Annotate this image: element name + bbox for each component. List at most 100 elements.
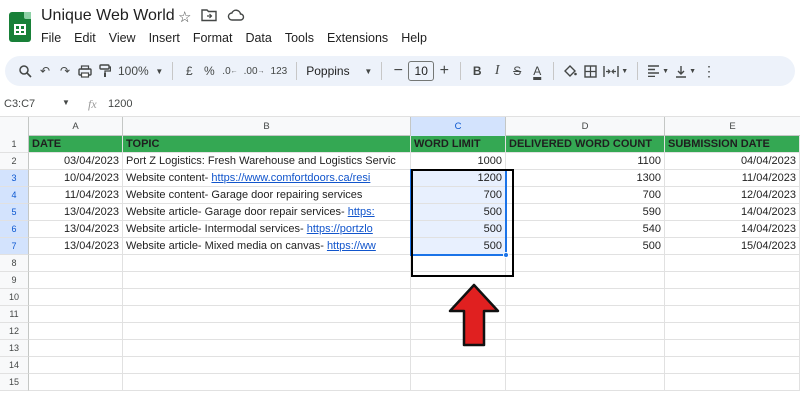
move-to-folder-icon[interactable] xyxy=(201,8,218,26)
cell-b2[interactable]: Port Z Logistics: Fresh Warehouse and Lo… xyxy=(123,153,411,170)
cell-e7[interactable]: 15/04/2023 xyxy=(665,238,800,255)
cloud-status-icon[interactable] xyxy=(227,8,245,26)
text-color-button[interactable]: A xyxy=(527,60,547,82)
menu-extensions[interactable]: Extensions xyxy=(327,31,388,45)
borders-icon[interactable] xyxy=(580,60,600,82)
fill-color-icon[interactable] xyxy=(560,60,580,82)
cell-b6[interactable]: Website article- Intermodal services- ht… xyxy=(123,221,411,238)
cell-c7[interactable]: 500 xyxy=(411,238,506,255)
cell-a4[interactable]: 11/04/2023 xyxy=(29,187,123,204)
cell-d2[interactable]: 1100 xyxy=(506,153,665,170)
header-cell-word-limit[interactable]: WORD LIMIT xyxy=(411,136,506,153)
cell-e2[interactable]: 04/04/2023 xyxy=(665,153,800,170)
empty-cell[interactable] xyxy=(665,323,800,340)
menu-format[interactable]: Format xyxy=(193,31,233,45)
cell-d7[interactable]: 500 xyxy=(506,238,665,255)
name-box[interactable]: C3:C7 xyxy=(4,98,35,110)
select-all-corner[interactable] xyxy=(0,117,29,136)
empty-cell[interactable] xyxy=(123,306,411,323)
search-icon[interactable] xyxy=(15,60,35,82)
cell-b3[interactable]: Website content- https://www.comfortdoor… xyxy=(123,170,411,187)
italic-button[interactable]: I xyxy=(487,60,507,82)
column-header-a[interactable]: A xyxy=(29,117,123,136)
undo-icon[interactable]: ↶ xyxy=(35,60,55,82)
empty-cell[interactable] xyxy=(506,323,665,340)
zoom-select[interactable]: 100% ▼ xyxy=(115,60,166,82)
redo-icon[interactable]: ↷ xyxy=(55,60,75,82)
empty-cell[interactable] xyxy=(29,357,123,374)
empty-cell[interactable] xyxy=(411,374,506,391)
font-size-input[interactable]: 10 xyxy=(408,61,435,81)
row-header-13[interactable]: 13 xyxy=(0,340,29,357)
row-header-11[interactable]: 11 xyxy=(0,306,29,323)
empty-cell[interactable] xyxy=(29,340,123,357)
menu-tools[interactable]: Tools xyxy=(285,31,314,45)
empty-cell[interactable] xyxy=(123,272,411,289)
empty-cell[interactable] xyxy=(123,289,411,306)
cell-c2[interactable]: 1000 xyxy=(411,153,506,170)
cell-a2[interactable]: 03/04/2023 xyxy=(29,153,123,170)
row-header-5[interactable]: 5 xyxy=(0,204,29,221)
column-header-c[interactable]: C xyxy=(411,117,506,136)
cell-c4[interactable]: 700 xyxy=(411,187,506,204)
cell-d3[interactable]: 1300 xyxy=(506,170,665,187)
cell-e5[interactable]: 14/04/2023 xyxy=(665,204,800,221)
percent-format-button[interactable]: % xyxy=(199,60,219,82)
menu-edit[interactable]: Edit xyxy=(74,31,96,45)
empty-cell[interactable] xyxy=(123,323,411,340)
empty-cell[interactable] xyxy=(665,272,800,289)
empty-cell[interactable] xyxy=(506,340,665,357)
decrease-font-size-button[interactable]: − xyxy=(388,60,408,82)
empty-cell[interactable] xyxy=(29,272,123,289)
cell-e6[interactable]: 14/04/2023 xyxy=(665,221,800,238)
topic-link[interactable]: https://portzlo xyxy=(307,223,373,235)
star-icon[interactable]: ☆ xyxy=(178,8,191,26)
cell-b4[interactable]: Website content- Garage door repairing s… xyxy=(123,187,411,204)
empty-cell[interactable] xyxy=(665,306,800,323)
header-cell-topic[interactable]: TOPIC xyxy=(123,136,411,153)
empty-cell[interactable] xyxy=(29,306,123,323)
row-header-14[interactable]: 14 xyxy=(0,357,29,374)
cell-a6[interactable]: 13/04/2023 xyxy=(29,221,123,238)
empty-cell[interactable] xyxy=(506,272,665,289)
cell-a3[interactable]: 10/04/2023 xyxy=(29,170,123,187)
column-header-e[interactable]: E xyxy=(665,117,800,136)
empty-cell[interactable] xyxy=(506,306,665,323)
merge-cells-icon[interactable]: ▼ xyxy=(600,60,631,82)
header-cell-delivered-word-count[interactable]: DELIVERED WORD COUNT xyxy=(506,136,665,153)
menu-help[interactable]: Help xyxy=(401,31,427,45)
cell-d4[interactable]: 700 xyxy=(506,187,665,204)
row-header-12[interactable]: 12 xyxy=(0,323,29,340)
fill-handle[interactable] xyxy=(503,252,509,258)
row-header-4[interactable]: 4 xyxy=(0,187,29,204)
row-header-3[interactable]: 3 xyxy=(0,170,29,187)
row-header-15[interactable]: 15 xyxy=(0,374,29,391)
empty-cell[interactable] xyxy=(665,289,800,306)
strikethrough-button[interactable]: S xyxy=(507,60,527,82)
empty-cell[interactable] xyxy=(123,374,411,391)
formula-input[interactable]: 1200 xyxy=(108,98,132,110)
increase-decimal-button[interactable]: .00 → xyxy=(241,60,268,82)
topic-link[interactable]: https://www.comfortdoors.ca/resi xyxy=(211,172,370,184)
currency-format-button[interactable]: £ xyxy=(179,60,199,82)
cell-c6[interactable]: 500 xyxy=(411,221,506,238)
empty-cell[interactable] xyxy=(29,289,123,306)
menu-file[interactable]: File xyxy=(41,31,61,45)
empty-cell[interactable] xyxy=(29,255,123,272)
sheets-logo-icon[interactable] xyxy=(9,12,31,42)
empty-cell[interactable] xyxy=(29,323,123,340)
topic-link[interactable]: https: xyxy=(348,206,375,218)
row-header-2[interactable]: 2 xyxy=(0,153,29,170)
empty-cell[interactable] xyxy=(665,374,800,391)
empty-cell[interactable] xyxy=(411,255,506,272)
header-cell-date[interactable]: DATE xyxy=(29,136,123,153)
header-cell-submission-date[interactable]: SUBMISSION DATE xyxy=(665,136,800,153)
column-header-b[interactable]: B xyxy=(123,117,411,136)
print-icon[interactable] xyxy=(75,60,95,82)
topic-link[interactable]: https://ww xyxy=(327,240,376,252)
empty-cell[interactable] xyxy=(29,374,123,391)
cell-a5[interactable]: 13/04/2023 xyxy=(29,204,123,221)
empty-cell[interactable] xyxy=(665,357,800,374)
cell-a7[interactable]: 13/04/2023 xyxy=(29,238,123,255)
document-title[interactable]: Unique Web World xyxy=(41,7,175,25)
